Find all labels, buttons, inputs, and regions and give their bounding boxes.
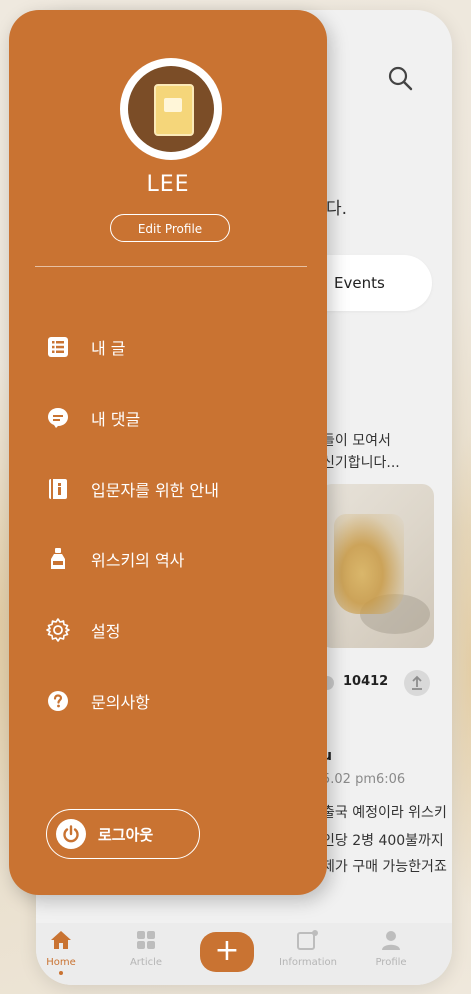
navigation-drawer: LEE Edit Profile 내 글 내 댓글 입문자를 위한 안내 위스키…: [9, 10, 327, 895]
view-count: 10412: [343, 674, 389, 689]
nav-article[interactable]: Article: [111, 929, 181, 968]
home-icon: [51, 931, 71, 949]
menu-item-beginner-guide[interactable]: 입문자를 위한 안내: [45, 471, 219, 507]
search-icon[interactable]: [387, 65, 413, 91]
help-icon: [45, 688, 71, 714]
logout-button[interactable]: 로그아웃: [46, 809, 200, 859]
tab-events-label[interactable]: Events: [334, 274, 385, 292]
menu-item-label: 설정: [91, 622, 121, 641]
menu-item-inquiry[interactable]: 문의사항: [45, 683, 150, 719]
post-text-line: 출국 예정이라 위스키: [322, 805, 447, 821]
post-time: 5.02 pm6:06: [322, 772, 406, 787]
avatar[interactable]: [120, 58, 222, 160]
info-book-icon: [45, 476, 71, 502]
nav-information-label: Information: [279, 957, 337, 968]
greeting-text: 다.: [326, 199, 348, 219]
bottle-icon: [45, 546, 71, 572]
nav-information[interactable]: Information: [273, 929, 343, 968]
list-icon: [45, 334, 71, 360]
bottom-navigation: Home Article + Information Profile: [36, 923, 452, 985]
share-icon: [412, 675, 422, 690]
note-icon: [297, 930, 318, 950]
nav-home[interactable]: Home: [36, 929, 96, 975]
post-text-line: 들이 모여서: [322, 433, 391, 449]
whisky-glass-image: [334, 514, 404, 614]
person-icon: [382, 931, 400, 950]
active-indicator: [59, 971, 63, 975]
logout-label: 로그아웃: [98, 825, 154, 844]
menu-item-label: 입문자를 위한 안내: [91, 481, 219, 500]
menu-item-whisky-history[interactable]: 위스키의 역사: [45, 541, 184, 577]
avatar-image: [128, 66, 214, 152]
menu-item-my-comments[interactable]: 내 댓글: [45, 400, 140, 436]
nav-profile[interactable]: Profile: [356, 929, 426, 968]
edit-profile-button[interactable]: Edit Profile: [110, 214, 230, 242]
user-name: LEE: [146, 172, 190, 197]
ice-cube: [164, 98, 182, 112]
whisky-glass-icon: [154, 84, 194, 136]
grid-icon: [137, 931, 155, 949]
power-icon: [56, 819, 86, 849]
share-button[interactable]: [404, 670, 430, 696]
divider: [35, 266, 307, 267]
nav-article-label: Article: [129, 957, 163, 968]
nav-home-label: Home: [46, 957, 76, 968]
post-text-line: 신기합니다...: [322, 455, 400, 471]
menu-item-my-posts[interactable]: 내 글: [45, 329, 126, 365]
menu-item-label: 문의사항: [91, 693, 150, 712]
menu-item-label: 내 댓글: [91, 410, 141, 429]
menu-item-settings[interactable]: 설정: [45, 612, 120, 648]
menu-item-label: 내 글: [91, 339, 126, 358]
gear-icon: [45, 617, 71, 643]
add-post-button[interactable]: +: [200, 932, 254, 972]
menu-item-label: 위스키의 역사: [91, 551, 185, 570]
post-text-line: 인당 2병 400불까지: [322, 833, 444, 849]
comment-icon: [45, 405, 71, 431]
post-image[interactable]: [320, 484, 434, 648]
nav-profile-label: Profile: [375, 957, 407, 968]
post-text-line: 제가 구매 가능한거죠: [322, 859, 447, 875]
